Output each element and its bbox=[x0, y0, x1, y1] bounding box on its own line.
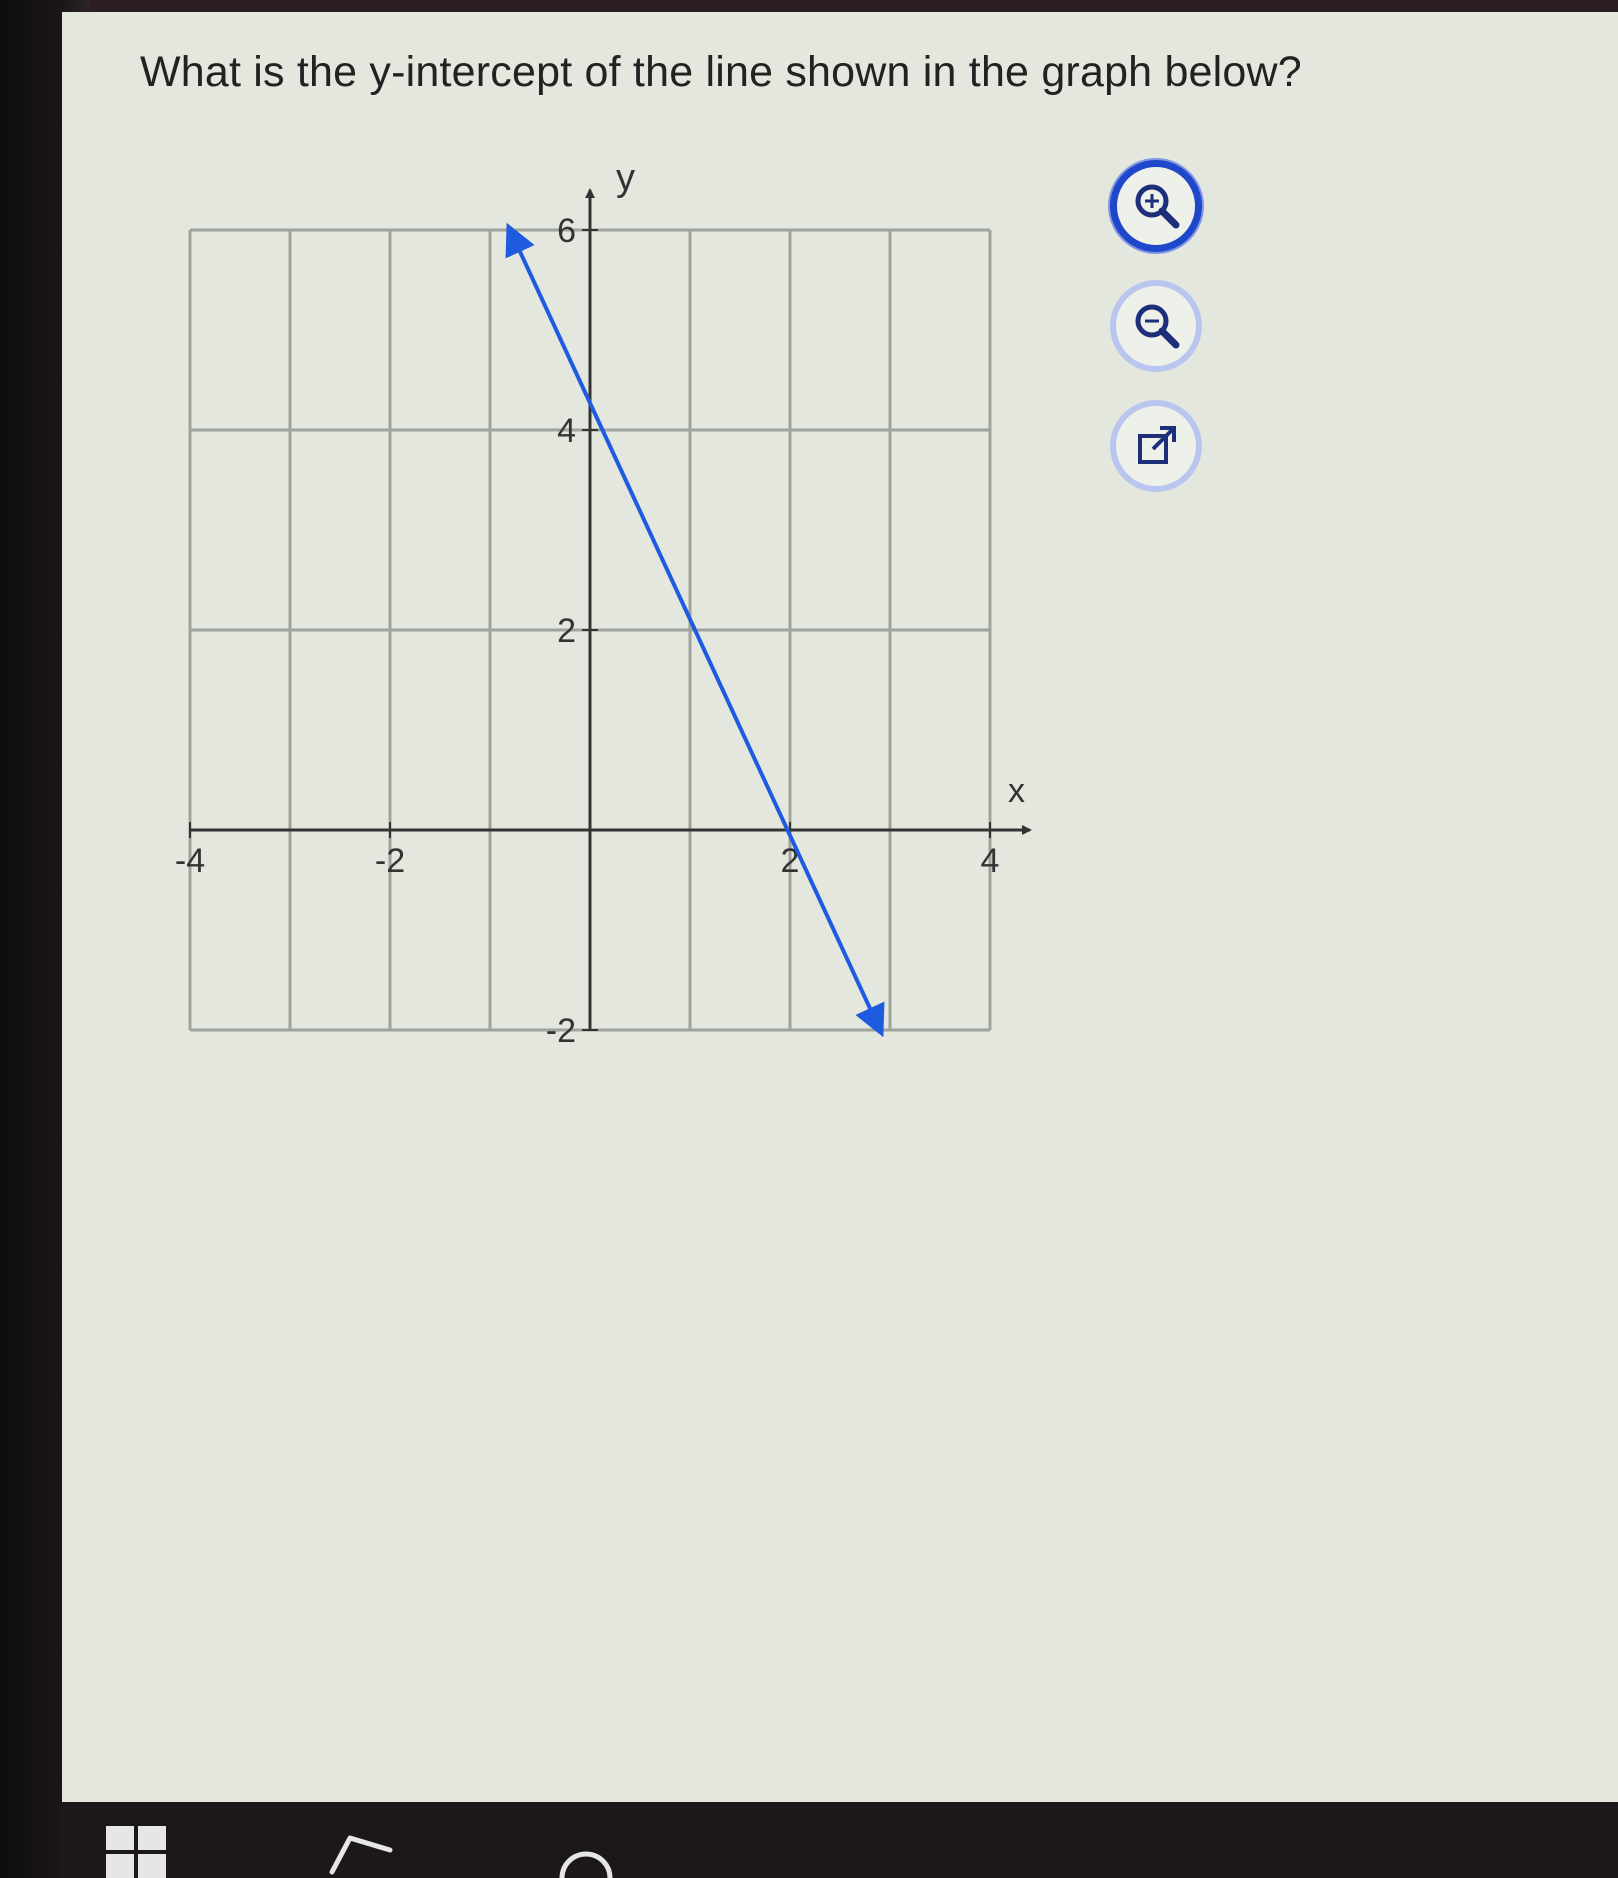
y-tick-label: 4 bbox=[557, 412, 576, 450]
back-arrow-icon[interactable] bbox=[320, 1832, 400, 1878]
line-graph: xy -4 -2 2 4-2246 bbox=[175, 160, 1032, 1050]
zoom-in-button[interactable] bbox=[1110, 160, 1202, 252]
x-tick-label: -2 bbox=[375, 842, 405, 880]
x-axis-label: x bbox=[1008, 772, 1025, 810]
external-link-icon bbox=[1138, 426, 1176, 464]
graph-tools bbox=[1110, 160, 1220, 492]
graph-axes: xy bbox=[190, 160, 1032, 1030]
zoom-in-icon bbox=[1135, 184, 1180, 229]
windows-logo-icon[interactable] bbox=[106, 1826, 168, 1878]
open-in-new-window-button[interactable] bbox=[1110, 400, 1202, 492]
windows-taskbar bbox=[62, 1802, 1618, 1878]
x-tick-label: -4 bbox=[175, 842, 205, 880]
y-tick-label: 6 bbox=[557, 212, 576, 250]
x-tick-label: 4 bbox=[981, 842, 1000, 880]
y-axis-label: y bbox=[616, 160, 635, 199]
zoom-out-button[interactable] bbox=[1110, 280, 1202, 372]
zoom-out-icon bbox=[1135, 304, 1180, 349]
y-tick-label: 2 bbox=[557, 612, 576, 650]
y-tick-label: -2 bbox=[546, 1012, 576, 1050]
question-text: What is the y-intercept of the line show… bbox=[140, 48, 1302, 96]
search-circle-icon[interactable] bbox=[556, 1850, 616, 1878]
